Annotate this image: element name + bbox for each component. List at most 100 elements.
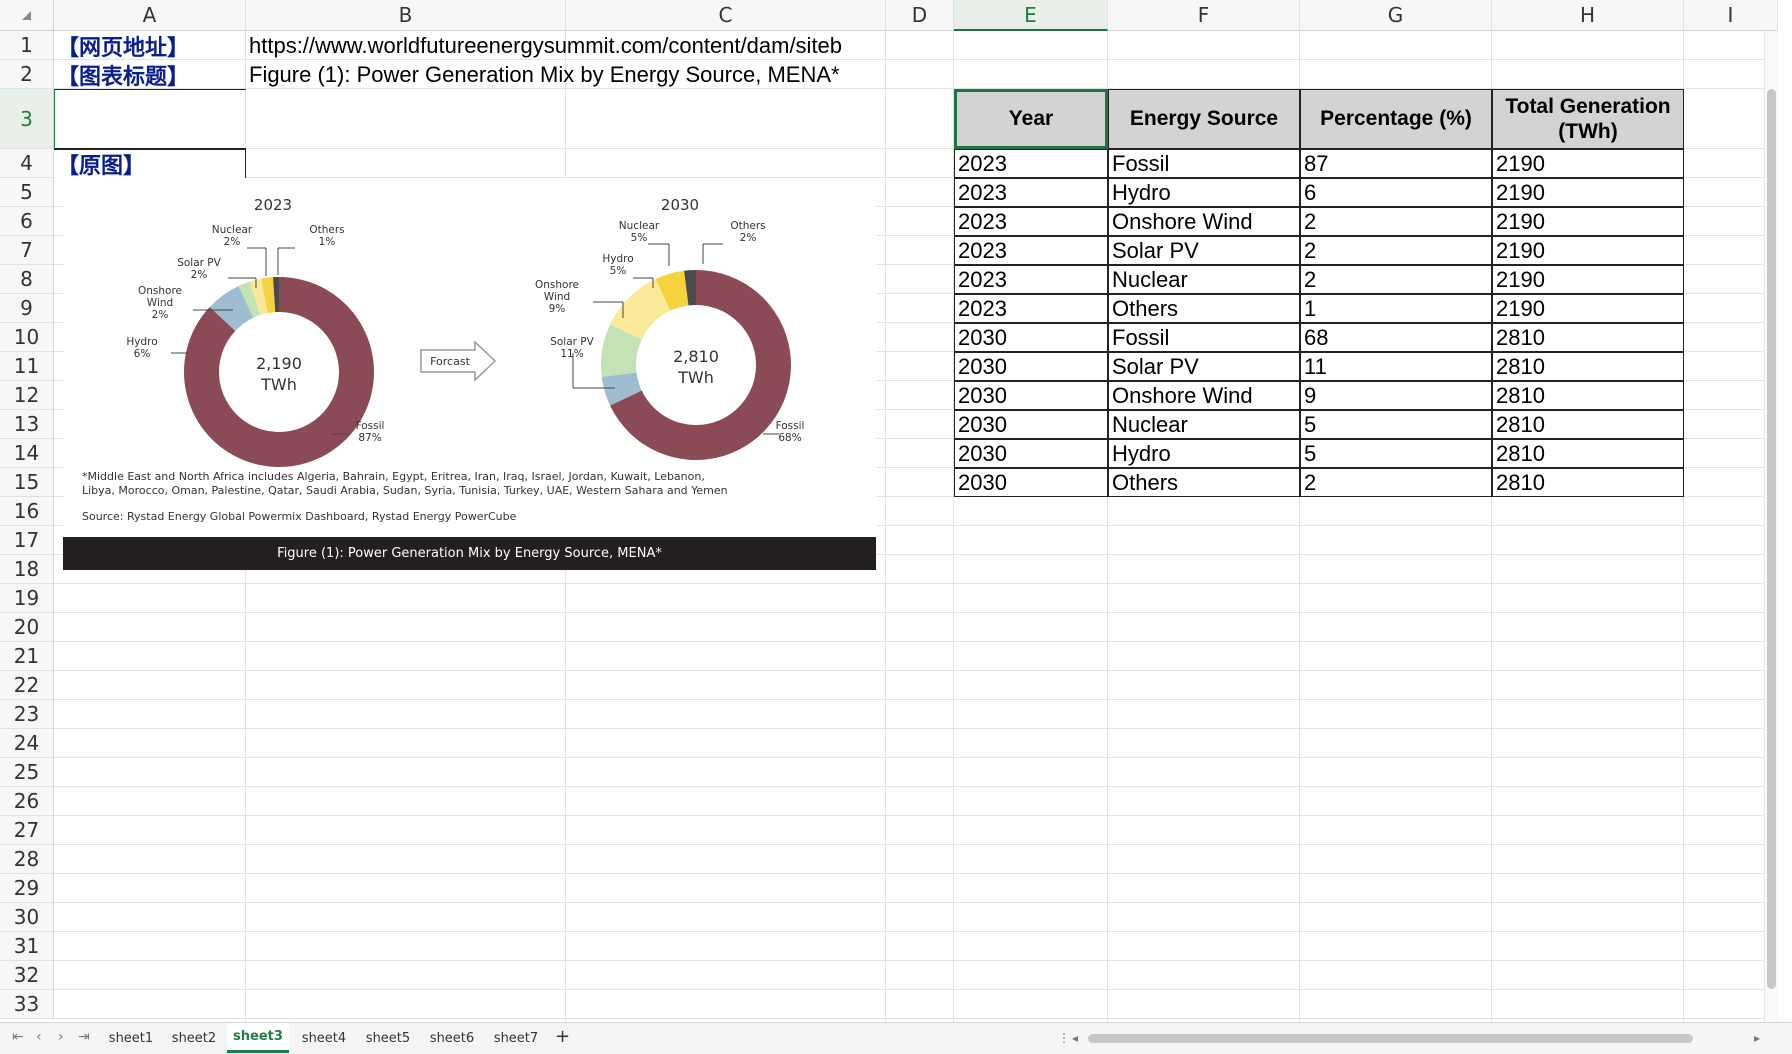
scroll-left-icon[interactable]: ◂ xyxy=(1072,1031,1078,1045)
row-header-3[interactable]: 3 xyxy=(0,89,54,149)
table-cell[interactable]: Onshore Wind xyxy=(1108,381,1300,410)
row-header-30[interactable]: 30 xyxy=(0,903,54,932)
table-header-3[interactable]: Percentage (%) xyxy=(1300,89,1492,149)
table-cell[interactable]: 2030 xyxy=(954,468,1108,497)
row-header-28[interactable]: 28 xyxy=(0,845,54,874)
row-header-31[interactable]: 31 xyxy=(0,932,54,961)
table-cell[interactable]: 2 xyxy=(1300,236,1492,265)
row-header-25[interactable]: 25 xyxy=(0,758,54,787)
table-cell[interactable]: 2 xyxy=(1300,468,1492,497)
sheet-tab-sheet4[interactable]: sheet4 xyxy=(293,1023,355,1053)
row-header-22[interactable]: 22 xyxy=(0,671,54,700)
next-sheet-icon[interactable]: › xyxy=(58,1029,64,1045)
sheet-tab-sheet1[interactable]: sheet1 xyxy=(100,1023,162,1053)
sheet-tab-sheet6[interactable]: sheet6 xyxy=(421,1023,483,1053)
table-header-2[interactable]: Energy Source xyxy=(1108,89,1300,149)
table-cell[interactable]: Solar PV xyxy=(1108,236,1300,265)
table-cell[interactable]: 2190 xyxy=(1492,294,1684,323)
column-header-a[interactable]: A xyxy=(54,0,246,31)
sheet-tab-sheet7[interactable]: sheet7 xyxy=(485,1023,547,1053)
table-cell[interactable]: Fossil xyxy=(1108,323,1300,352)
table-cell[interactable]: 2030 xyxy=(954,352,1108,381)
first-sheet-icon[interactable]: ⇤ xyxy=(12,1029,24,1045)
table-cell[interactable]: Fossil xyxy=(1108,149,1300,178)
table-cell[interactable]: 2 xyxy=(1300,265,1492,294)
row-header-26[interactable]: 26 xyxy=(0,787,54,816)
table-cell[interactable]: Hydro xyxy=(1108,178,1300,207)
table-cell[interactable]: 5 xyxy=(1300,439,1492,468)
table-cell[interactable]: 2810 xyxy=(1492,410,1684,439)
table-cell[interactable]: 2023 xyxy=(954,294,1108,323)
column-header-d[interactable]: D xyxy=(886,0,954,31)
table-cell[interactable]: 2023 xyxy=(954,149,1108,178)
table-cell[interactable]: Solar PV xyxy=(1108,352,1300,381)
row-header-29[interactable]: 29 xyxy=(0,874,54,903)
row-header-11[interactable]: 11 xyxy=(0,352,54,381)
table-cell[interactable]: 2030 xyxy=(954,439,1108,468)
table-cell[interactable]: Onshore Wind xyxy=(1108,207,1300,236)
row-header-20[interactable]: 20 xyxy=(0,613,54,642)
row-header-10[interactable]: 10 xyxy=(0,323,54,352)
row-header-12[interactable]: 12 xyxy=(0,381,54,410)
cell-a1-url-label[interactable]: 【网页地址】 xyxy=(54,31,189,61)
cell-a4-original-label[interactable]: 【原图】 xyxy=(54,149,246,179)
cell-b1-url-value[interactable]: https://www.worldfutureenergysummit.com/… xyxy=(246,31,842,60)
table-cell[interactable]: Others xyxy=(1108,294,1300,323)
row-header-1[interactable]: 1 xyxy=(0,31,54,60)
row-header-5[interactable]: 5 xyxy=(0,178,54,207)
cell-b2-title-value[interactable]: Figure (1): Power Generation Mix by Ener… xyxy=(246,60,840,89)
table-cell[interactable]: 68 xyxy=(1300,323,1492,352)
embedded-figure[interactable]: 2023 2030 2,190 TWh 2,810 TWh Forcast Nuclear 2%… xyxy=(63,178,876,570)
sheet-tab-sheet5[interactable]: sheet5 xyxy=(357,1023,419,1053)
cell-a2-title-label[interactable]: 【图表标题】 xyxy=(54,60,189,90)
column-header-i[interactable]: I xyxy=(1684,0,1778,31)
table-header-1[interactable]: Year xyxy=(954,89,1108,149)
table-cell[interactable]: 2810 xyxy=(1492,439,1684,468)
row-header-15[interactable]: 15 xyxy=(0,468,54,497)
vertical-scroll-thumb[interactable] xyxy=(1767,89,1776,989)
table-cell[interactable]: Hydro xyxy=(1108,439,1300,468)
h-scroll-divider-icon[interactable]: ⋮ xyxy=(1058,1031,1070,1045)
last-sheet-icon[interactable]: ⇥ xyxy=(78,1029,90,1045)
table-cell[interactable]: 2190 xyxy=(1492,178,1684,207)
table-cell[interactable]: 2810 xyxy=(1492,323,1684,352)
column-header-b[interactable]: B xyxy=(246,0,566,31)
row-header-23[interactable]: 23 xyxy=(0,700,54,729)
column-header-g[interactable]: G xyxy=(1300,0,1492,31)
table-cell[interactable]: 2190 xyxy=(1492,149,1684,178)
column-header-f[interactable]: F xyxy=(1108,0,1300,31)
table-cell[interactable]: 87 xyxy=(1300,149,1492,178)
horizontal-scroll-thumb[interactable] xyxy=(1088,1034,1693,1043)
prev-sheet-icon[interactable]: ‹ xyxy=(36,1029,42,1045)
table-cell[interactable]: 9 xyxy=(1300,381,1492,410)
sheet-tab-sheet2[interactable]: sheet2 xyxy=(163,1023,225,1053)
table-cell[interactable]: 2190 xyxy=(1492,265,1684,294)
row-header-7[interactable]: 7 xyxy=(0,236,54,265)
column-header-c[interactable]: C xyxy=(566,0,886,31)
table-cell[interactable]: 2030 xyxy=(954,381,1108,410)
row-header-4[interactable]: 4 xyxy=(0,149,54,178)
row-header-17[interactable]: 17 xyxy=(0,526,54,555)
table-cell[interactable]: 1 xyxy=(1300,294,1492,323)
table-cell[interactable]: 2023 xyxy=(954,207,1108,236)
sheet-tab-sheet3[interactable]: sheet3 xyxy=(227,1023,289,1053)
vertical-scrollbar[interactable] xyxy=(1764,31,1778,1022)
table-cell[interactable]: 2030 xyxy=(954,323,1108,352)
table-cell[interactable]: 5 xyxy=(1300,410,1492,439)
add-sheet-button[interactable]: + xyxy=(555,1026,570,1047)
row-header-21[interactable]: 21 xyxy=(0,642,54,671)
table-cell[interactable]: 2 xyxy=(1300,207,1492,236)
cell-a3-merged[interactable] xyxy=(54,89,246,149)
select-all-corner[interactable] xyxy=(0,0,54,31)
table-cell[interactable]: 6 xyxy=(1300,178,1492,207)
row-header-33[interactable]: 33 xyxy=(0,990,54,1019)
row-header-27[interactable]: 27 xyxy=(0,816,54,845)
table-cell[interactable]: 2810 xyxy=(1492,381,1684,410)
column-header-e[interactable]: E xyxy=(954,0,1108,31)
row-header-18[interactable]: 18 xyxy=(0,555,54,584)
table-cell[interactable]: Nuclear xyxy=(1108,265,1300,294)
row-header-16[interactable]: 16 xyxy=(0,497,54,526)
table-cell[interactable]: Nuclear xyxy=(1108,410,1300,439)
row-header-14[interactable]: 14 xyxy=(0,439,54,468)
scroll-right-icon[interactable]: ▸ xyxy=(1754,1031,1760,1045)
